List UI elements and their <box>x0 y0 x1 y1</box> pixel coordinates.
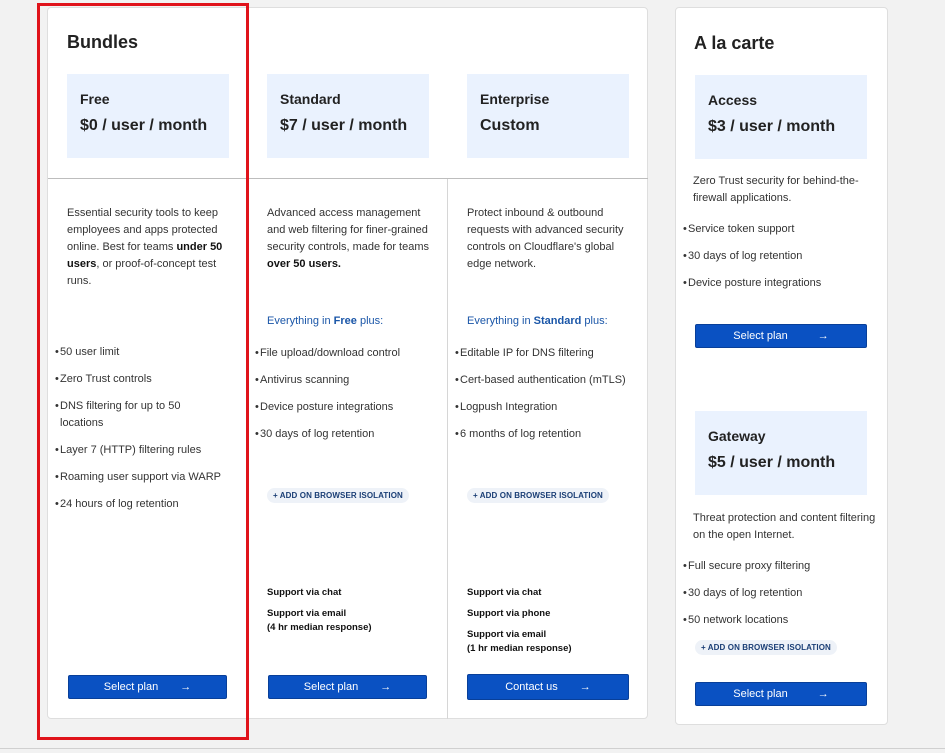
list-item: • Device posture integrations <box>683 277 822 289</box>
feature-list-gateway: • Full secure proxy filtering • 30 days of… <box>683 558 873 639</box>
support-item: Support via email <box>467 629 547 640</box>
button-label: Contact us <box>505 681 558 693</box>
alacarte-title: A la carte <box>694 33 775 53</box>
contact-us-button[interactable]: Contact us → <box>467 674 629 700</box>
everything-in-free: Everything in Free plus: <box>267 315 384 327</box>
list-item: • 30 days of log retention <box>255 428 375 440</box>
selection-highlight <box>37 3 249 740</box>
plan-description-standard: Advanced access management and web filte… <box>267 207 430 270</box>
button-label: Select plan <box>733 688 788 700</box>
plan-price: $3 / user / month <box>708 118 836 135</box>
list-item: • Service token support <box>683 223 795 235</box>
list-item: • 30 days of log retention <box>683 587 803 599</box>
button-label: Select plan <box>303 681 359 693</box>
support-item: Support via chat <box>467 587 542 598</box>
feature-list-enterprise: • Editable IP for DNS filtering • Cert-bas… <box>455 345 640 453</box>
plan-description-enterprise: Protect inbound & outbound requests with… <box>467 207 624 270</box>
page-divider <box>0 748 945 749</box>
feature-list-access: • Service token support • 30 days of log r… <box>683 221 873 302</box>
select-plan-access-button[interactable]: Select plan → <box>695 324 867 348</box>
support-item: (4 hr median response) <box>267 622 372 633</box>
support-item: Support via email <box>267 608 347 619</box>
plan-price: $7 / user / month <box>280 117 408 134</box>
add-on-browser-isolation-button[interactable]: + ADD ON BROWSER ISOLATION <box>695 640 837 655</box>
list-item: • Cert-based authentication (mTLS) <box>455 374 626 386</box>
alacarte-card: A la carte Access $3 / user / month Zero… <box>675 7 888 725</box>
select-plan-standard-button[interactable]: Select plan → <box>268 675 427 699</box>
arrow-right-icon: → <box>817 688 829 700</box>
list-item: • Device posture integrations <box>255 401 394 413</box>
everything-in-standard: Everything in Standard plus: <box>467 315 608 327</box>
support-item: Support via chat <box>267 587 342 598</box>
feature-list-standard: • File upload/download control • Antivirus… <box>255 345 435 453</box>
support-item: (1 hr median response) <box>467 643 572 654</box>
plan-description-gateway: Threat protection and content filtering … <box>693 512 876 541</box>
list-item: • Logpush Integration <box>455 401 558 413</box>
list-item: • Full secure proxy filtering <box>683 560 811 572</box>
plan-box-access: Access $3 / user / month <box>695 75 867 159</box>
plan-box-standard: Standard $7 / user / month <box>267 74 429 158</box>
list-item: • 50 network locations <box>683 614 789 626</box>
list-item: • File upload/download control <box>255 347 401 359</box>
plan-name: Enterprise <box>480 91 550 107</box>
plan-name: Standard <box>280 91 341 107</box>
plan-name: Access <box>708 92 758 108</box>
list-item: • 30 days of log retention <box>683 250 803 262</box>
plan-box-gateway: Gateway $5 / user / month <box>695 411 867 495</box>
plan-price: Custom <box>480 117 540 134</box>
plan-price: $5 / user / month <box>708 454 836 471</box>
select-plan-gateway-button[interactable]: Select plan → <box>695 682 867 706</box>
plan-name: Gateway <box>708 428 766 444</box>
list-item: • Editable IP for DNS filtering <box>455 347 594 359</box>
add-on-browser-isolation-button[interactable]: + ADD ON BROWSER ISOLATION <box>267 488 409 503</box>
arrow-right-icon: → <box>380 681 392 693</box>
column-divider <box>447 179 448 719</box>
arrow-right-icon: → <box>817 330 829 342</box>
plan-box-enterprise: Enterprise Custom <box>467 74 629 158</box>
support-info-standard: Support via chat Support via email (4 hr… <box>267 586 372 642</box>
button-label: Select plan <box>733 330 788 342</box>
support-info-enterprise: Support via chat Support via phone Suppo… <box>467 586 572 663</box>
add-on-browser-isolation-button[interactable]: + ADD ON BROWSER ISOLATION <box>467 488 609 503</box>
plan-description-access: Zero Trust security for behind-the-firew… <box>693 175 859 204</box>
list-item: • Antivirus scanning <box>255 374 350 386</box>
list-item: • 6 months of log retention <box>455 428 582 440</box>
arrow-right-icon: → <box>579 681 591 693</box>
support-item: Support via phone <box>467 608 551 619</box>
